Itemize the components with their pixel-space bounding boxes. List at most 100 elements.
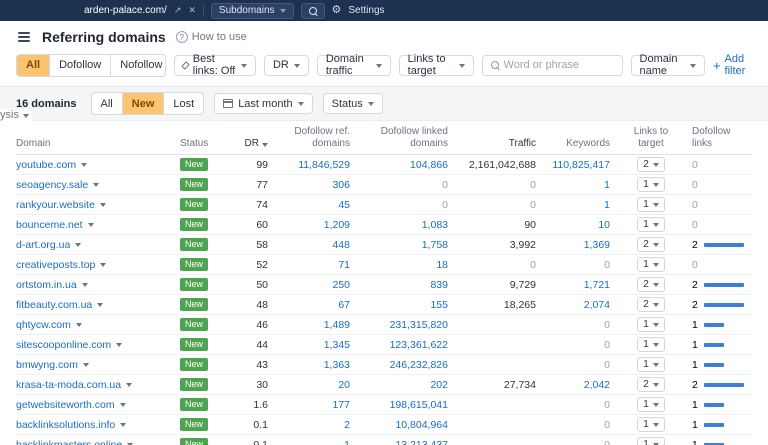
domain-link[interactable]: bounceme.net (16, 219, 83, 231)
links-to-target-dropdown[interactable]: 1 (637, 197, 665, 212)
dofollow-ref-value[interactable]: 1,363 (278, 359, 350, 371)
links-to-target-dropdown[interactable]: 1 (637, 357, 665, 372)
subdomains-dropdown[interactable]: Subdomains (211, 3, 294, 19)
table-row[interactable]: backlinksolutions.info New 0.1 2 10,804,… (16, 415, 752, 435)
chevron-down-icon[interactable] (120, 403, 126, 407)
dofollow-ref-value[interactable]: 306 (278, 179, 350, 191)
links-to-target-dropdown[interactable]: 1 (637, 397, 665, 412)
header-domain[interactable]: Domain (16, 138, 172, 150)
table-row[interactable]: rankyour.website New 74 45 0 0 1 1 0 (16, 195, 752, 215)
links-to-target-dropdown[interactable]: 2 (637, 157, 665, 172)
table-row[interactable]: krasa-ta-moda.com.ua New 30 20 202 27,73… (16, 375, 752, 395)
dofollow-ref-value[interactable]: 1,345 (278, 339, 350, 351)
header-dofollow-linked[interactable]: Dofollow linked domains (360, 126, 448, 150)
close-icon[interactable]: ✕ (188, 6, 196, 15)
dr-filter[interactable]: DR (264, 55, 309, 76)
dofollow-linked-value[interactable]: 123,361,622 (360, 339, 448, 351)
keywords-value[interactable]: 1 (546, 179, 610, 191)
table-row[interactable]: fitbeauty.com.ua New 48 67 155 18,265 2,… (16, 295, 752, 315)
dofollow-linked-value[interactable]: 0 (360, 179, 448, 191)
links-to-target-dropdown[interactable]: 2 (637, 237, 665, 252)
menu-icon[interactable] (16, 30, 32, 44)
domain-link[interactable]: qhtycw.com (16, 319, 71, 331)
dofollow-linked-value[interactable]: 839 (360, 279, 448, 291)
domain-link[interactable]: ortstom.in.ua (16, 279, 77, 291)
keywords-value[interactable]: 0 (546, 259, 610, 271)
links-to-target-dropdown[interactable]: 2 (637, 277, 665, 292)
domain-traffic-filter[interactable]: Domain traffic (317, 55, 391, 76)
dofollow-ref-value[interactable]: 1 (278, 439, 350, 445)
dofollow-linked-value[interactable]: 10,804,964 (360, 419, 448, 431)
filter-dofollow[interactable]: Dofollow (50, 55, 111, 76)
table-row[interactable]: d-art.org.ua New 58 448 1,758 3,992 1,36… (16, 235, 752, 255)
links-to-target-dropdown[interactable]: 2 (637, 377, 665, 392)
keywords-value[interactable]: 1 (546, 199, 610, 211)
keywords-value[interactable]: 0 (546, 359, 610, 371)
table-row[interactable]: sitescooponline.com New 44 1,345 123,361… (16, 335, 752, 355)
domain-link[interactable]: youtube.com (16, 159, 76, 171)
dofollow-ref-value[interactable]: 1,209 (278, 219, 350, 231)
links-to-target-dropdown[interactable]: 1 (637, 337, 665, 352)
table-row[interactable]: youtube.com New 99 11,846,529 104,866 2,… (16, 155, 752, 175)
domain-link[interactable]: bmwyng.com (16, 359, 78, 371)
domain-name-select[interactable]: Domain name (631, 55, 705, 76)
dofollow-ref-value[interactable]: 67 (278, 299, 350, 311)
keywords-value[interactable]: 0 (546, 439, 610, 445)
chevron-down-icon[interactable] (93, 183, 99, 187)
chevron-down-icon[interactable] (75, 243, 81, 247)
header-links-to-target[interactable]: Links to target (620, 126, 682, 150)
dofollow-ref-value[interactable]: 2 (278, 419, 350, 431)
dofollow-linked-value[interactable]: 246,232,826 (360, 359, 448, 371)
chevron-down-icon[interactable] (83, 363, 89, 367)
header-dofollow-links[interactable]: Dofollow links (692, 126, 752, 150)
dofollow-linked-value[interactable]: 18 (360, 259, 448, 271)
gear-icon[interactable]: ⚙ (332, 5, 342, 16)
chevron-down-icon[interactable] (100, 203, 106, 207)
dofollow-ref-value[interactable]: 177 (278, 399, 350, 411)
keywords-value[interactable]: 0 (546, 399, 610, 411)
dofollow-linked-value[interactable]: 198,615,041 (360, 399, 448, 411)
dofollow-ref-value[interactable]: 45 (278, 199, 350, 211)
chevron-down-icon[interactable] (100, 263, 106, 267)
header-keywords[interactable]: Keywords (546, 138, 610, 150)
dofollow-linked-value[interactable]: 1,758 (360, 239, 448, 251)
external-link-icon[interactable]: ↗ (174, 6, 182, 15)
add-filter-button[interactable]: + Add filter (713, 53, 752, 77)
header-status[interactable]: Status (180, 138, 230, 150)
table-row[interactable]: bounceme.net New 60 1,209 1,083 90 10 1 … (16, 215, 752, 235)
dofollow-ref-value[interactable]: 71 (278, 259, 350, 271)
dofollow-linked-value[interactable]: 1,083 (360, 219, 448, 231)
keywords-value[interactable]: 110,825,417 (546, 159, 610, 171)
keywords-value[interactable]: 10 (546, 219, 610, 231)
table-row[interactable]: creativeposts.top New 52 71 18 0 0 1 0 (16, 255, 752, 275)
links-to-target-dropdown[interactable]: 1 (637, 177, 665, 192)
dofollow-ref-value[interactable]: 20 (278, 379, 350, 391)
status-dropdown[interactable]: Status (323, 93, 383, 114)
domain-link[interactable]: backlinksolutions.info (16, 419, 115, 431)
chevron-down-icon[interactable] (97, 303, 103, 307)
settings-label[interactable]: Settings (348, 5, 384, 16)
dofollow-ref-value[interactable]: 1,489 (278, 319, 350, 331)
domain-link[interactable]: fitbeauty.com.ua (16, 299, 92, 311)
chevron-down-icon[interactable] (116, 343, 122, 347)
domain-link[interactable]: backlinkmasters.online (16, 439, 122, 445)
chevron-down-icon[interactable] (126, 383, 132, 387)
chevron-down-icon[interactable] (82, 283, 88, 287)
links-to-target-filter[interactable]: Links to target (399, 55, 474, 76)
chevron-down-icon[interactable] (88, 223, 94, 227)
domain-link[interactable]: seoagency.sale (16, 179, 88, 191)
dofollow-ref-value[interactable]: 250 (278, 279, 350, 291)
search-button[interactable] (301, 3, 325, 19)
links-to-target-dropdown[interactable]: 1 (637, 217, 665, 232)
domain-link[interactable]: sitescooponline.com (16, 339, 111, 351)
best-links-filter[interactable]: Best links: Off (174, 55, 256, 76)
table-row[interactable]: bmwyng.com New 43 1,363 246,232,826 0 1 … (16, 355, 752, 375)
search-input[interactable] (504, 59, 614, 71)
chevron-down-icon[interactable] (76, 323, 82, 327)
table-row[interactable]: ortstom.in.ua New 50 250 839 9,729 1,721… (16, 275, 752, 295)
dofollow-linked-value[interactable]: 202 (360, 379, 448, 391)
table-row[interactable]: backlinkmasters.online New 0.1 1 13,213,… (16, 435, 752, 445)
dofollow-linked-value[interactable]: 13,213,437 (360, 439, 448, 445)
links-to-target-dropdown[interactable]: 1 (637, 437, 665, 445)
dofollow-linked-value[interactable]: 155 (360, 299, 448, 311)
